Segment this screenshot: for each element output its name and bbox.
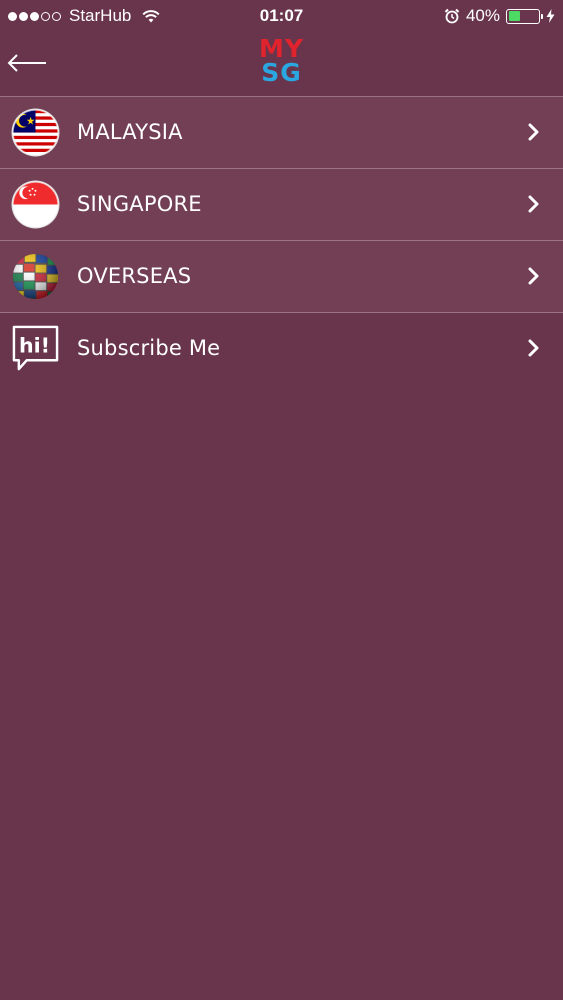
nav-bar: MY SG [0, 32, 563, 96]
menu-item-singapore[interactable]: SINGAPORE [0, 169, 563, 241]
menu-item-label: Subscribe Me [77, 336, 221, 360]
alarm-icon [444, 8, 460, 24]
singapore-flag-icon [11, 180, 60, 229]
app-logo: MY SG [0, 36, 563, 87]
chevron-right-icon [528, 339, 539, 357]
menu-item-label: OVERSEAS [77, 264, 192, 288]
logo-sg: SG [261, 58, 302, 87]
charging-bolt-icon [546, 9, 555, 23]
menu-item-label: SINGAPORE [77, 192, 202, 216]
chevron-right-icon [528, 195, 539, 213]
status-right: 40% [444, 6, 555, 26]
menu-item-overseas[interactable]: OVERSEAS [0, 241, 563, 313]
chevron-right-icon [528, 123, 539, 141]
menu-item-label: MALAYSIA [77, 120, 183, 144]
world-flags-globe-icon [12, 253, 59, 300]
battery-percent: 40% [465, 6, 500, 25]
menu-item-subscribe[interactable]: hi! Subscribe Me [0, 313, 563, 384]
battery-fill [508, 11, 521, 21]
battery-icon [506, 8, 543, 24]
hi-speech-bubble-icon: hi! [12, 325, 59, 371]
chevron-right-icon [528, 267, 539, 285]
menu-list: MALAYSIA SINGAPORE OVERSEAS hi! Subscrib… [0, 97, 563, 384]
malaysia-flag-icon [11, 108, 60, 157]
svg-text:hi!: hi! [19, 333, 50, 357]
status-bar: StarHub 01:07 40% [0, 0, 563, 32]
menu-item-malaysia[interactable]: MALAYSIA [0, 97, 563, 169]
